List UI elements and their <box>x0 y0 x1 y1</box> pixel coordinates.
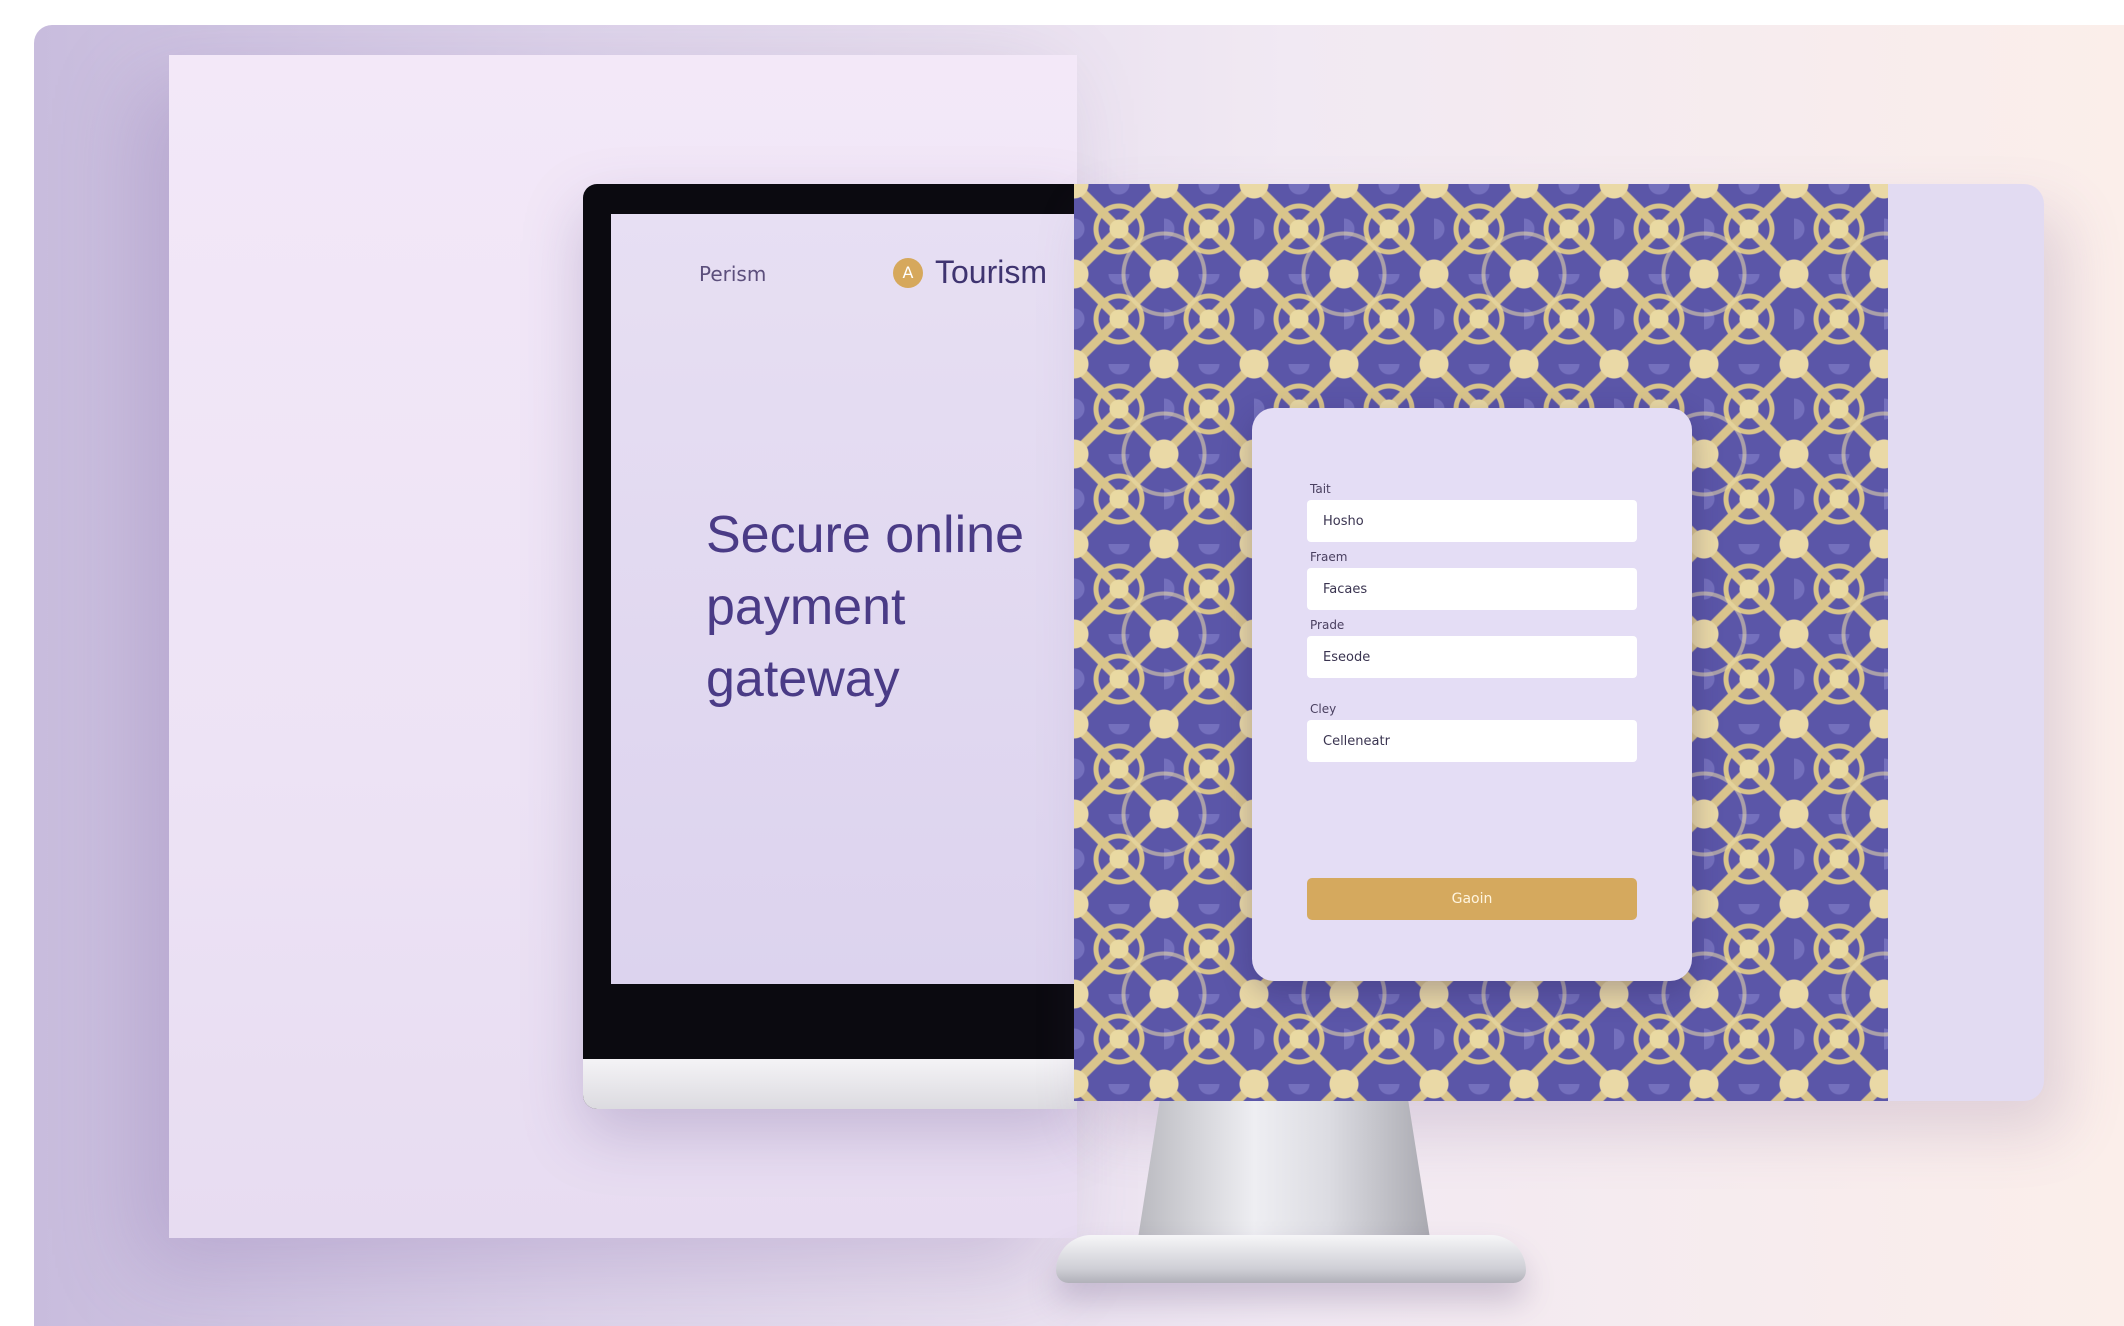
submit-button[interactable]: Gaoin <box>1307 878 1637 920</box>
field-label-2: Fraem <box>1310 550 1348 564</box>
brand-small-label: Perism <box>699 262 767 286</box>
brand-logo[interactable]: A Tourism <box>893 254 1047 291</box>
field-input-4[interactable] <box>1307 720 1637 762</box>
field-input-2[interactable] <box>1307 568 1637 610</box>
logo-icon: A <box>893 257 923 288</box>
left-monitor: Perism A Tourism Secure online payment g… <box>583 184 1077 1109</box>
product-mockup-scene: Perism A Tourism Secure online payment g… <box>34 25 2124 1326</box>
left-monitor-screen: Perism A Tourism Secure online payment g… <box>611 214 1077 984</box>
right-monitor: Tait Fraem Prade Cley Gaoin <box>1074 184 2044 1101</box>
monitor-chin <box>583 1059 1077 1109</box>
field-label-3: Prade <box>1310 618 1345 632</box>
page-headline: Secure online payment gateway <box>706 506 1024 708</box>
monitor-stand-base <box>1056 1235 1526 1283</box>
brand-name: Tourism <box>935 254 1048 290</box>
field-input-3[interactable] <box>1307 636 1637 678</box>
payment-form-card: Tait Fraem Prade Cley Gaoin <box>1252 408 1692 981</box>
field-input-1[interactable] <box>1307 500 1637 542</box>
field-label-1: Tait <box>1310 482 1331 496</box>
field-label-4: Cley <box>1310 702 1337 716</box>
monitor-stand-neck <box>1136 1101 1432 1251</box>
